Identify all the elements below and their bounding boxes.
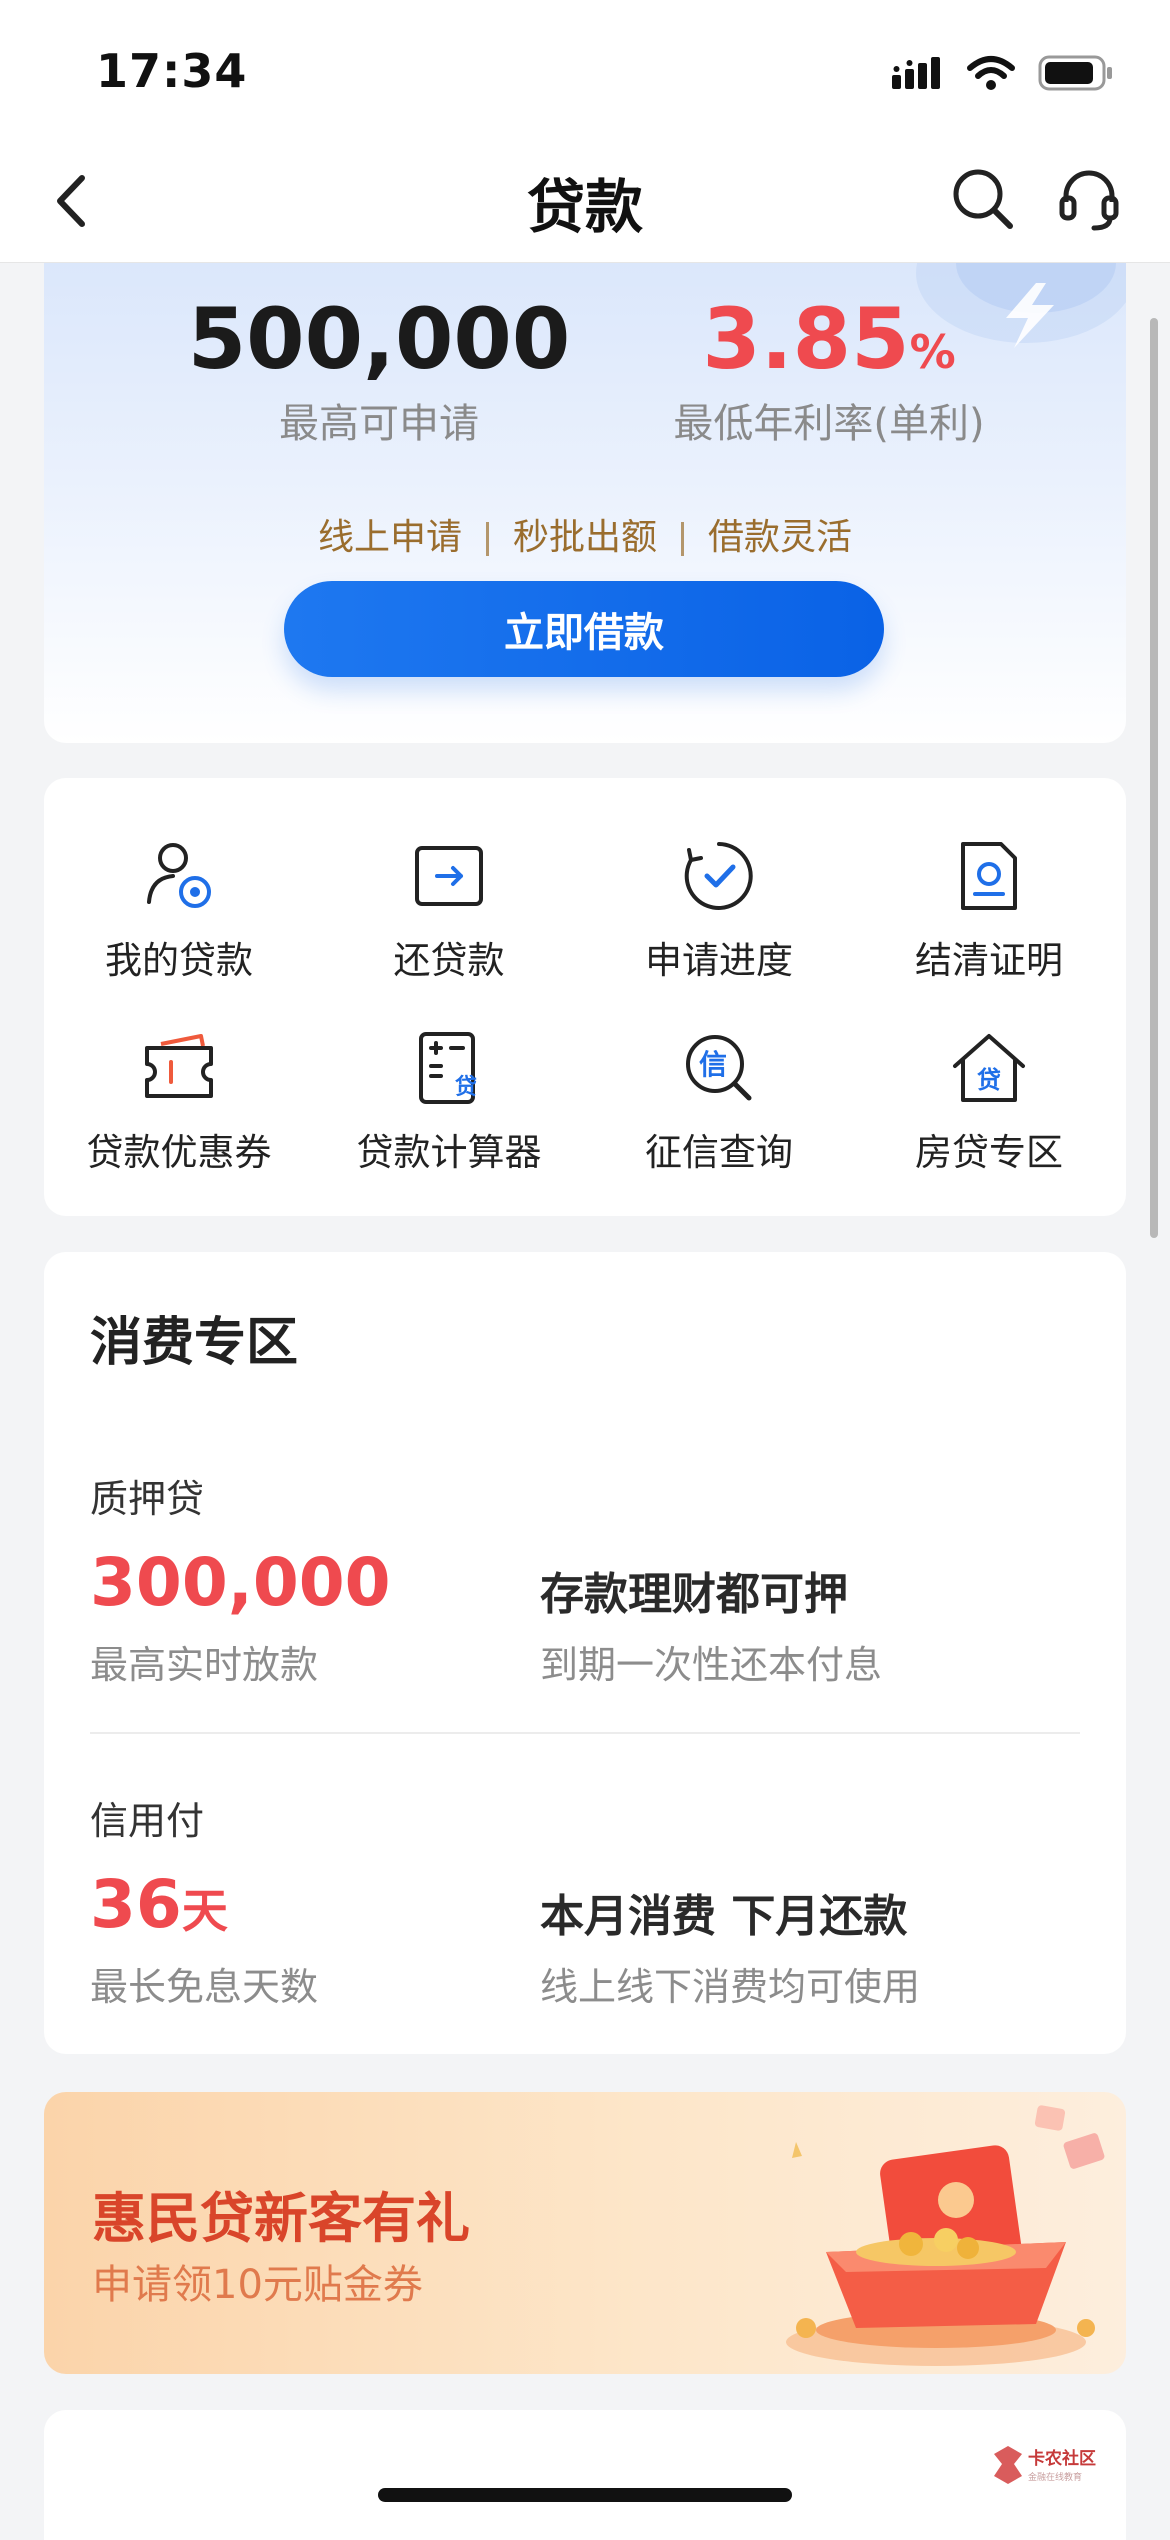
min-rate-number: 3.85 bbox=[702, 290, 910, 388]
product-value-number: 300,000 bbox=[90, 1544, 391, 1621]
product-value: 300,000 bbox=[90, 1544, 391, 1621]
feature-separator bbox=[681, 522, 684, 556]
svg-text:贷: 贷 bbox=[455, 1074, 477, 1100]
divider bbox=[90, 1732, 1080, 1734]
product-value-number: 36 bbox=[90, 1866, 182, 1943]
wifi-icon bbox=[967, 56, 1015, 90]
user-coin-icon bbox=[147, 843, 211, 908]
product-name: 信用付 bbox=[90, 1799, 205, 1843]
red-envelope-gift-icon bbox=[786, 2105, 1105, 2366]
min-rate-label: 最低年利率(单利) bbox=[673, 401, 985, 448]
max-amount-value: 500,000 bbox=[187, 290, 571, 388]
battery-icon bbox=[1038, 55, 1112, 91]
status-time: 17:34 bbox=[96, 44, 248, 98]
kanong-community-watermark: 卡农社区 金融在线教育 bbox=[994, 2446, 1096, 2484]
product-value: 36天 bbox=[90, 1866, 228, 1943]
menu-item-label: 房贷专区 bbox=[915, 1131, 1063, 1174]
promo-banner[interactable]: 惠民贷新客有礼 申请领10元贴金券 bbox=[44, 2092, 1126, 2374]
watermark-title: 卡农社区 bbox=[1028, 2448, 1096, 2469]
menu-item-label: 还贷款 bbox=[393, 939, 505, 982]
product-value-label: 最长免息天数 bbox=[90, 1965, 319, 2009]
feature-tags: 线上申请 秒批出额 借款灵活 bbox=[44, 508, 1126, 560]
cellular-signal-icon bbox=[892, 57, 940, 89]
max-amount-stat: 500,000 最高可申请 bbox=[179, 293, 579, 449]
loan-hero-card: 500,000 最高可申请 3.85% 最低年利率(单利) 线上申请 秒批出额 借款… bbox=[44, 263, 1126, 743]
nav-bar: 贷款 bbox=[0, 140, 1170, 263]
menu-item-label: 结清证明 bbox=[915, 939, 1063, 982]
menu-item-label: 申请进度 bbox=[645, 939, 793, 982]
product-value-unit: 天 bbox=[181, 1884, 228, 1938]
feature-separator bbox=[485, 522, 489, 556]
menu-item-label: 我的贷款 bbox=[105, 939, 253, 982]
menu-item-settlement-cert[interactable]: 结清证明 bbox=[854, 836, 1124, 984]
min-rate-unit: % bbox=[909, 325, 956, 379]
search-icon[interactable] bbox=[948, 164, 1018, 234]
next-section-card bbox=[44, 2410, 1126, 2540]
repay-card-icon bbox=[415, 846, 483, 906]
promo-title: 惠民贷新客有礼 bbox=[92, 2187, 470, 2250]
scrollbar[interactable] bbox=[1150, 318, 1158, 1238]
product-desc: 线上线下消费均可使用 bbox=[540, 1965, 921, 2009]
menu-item-calculator[interactable]: 贷 贷款计算器 bbox=[314, 1028, 584, 1176]
product-desc: 到期一次性还本付息 bbox=[540, 1643, 883, 1687]
menu-item-repay[interactable]: 还贷款 bbox=[314, 836, 584, 984]
credit-search-icon: 信 bbox=[686, 1035, 752, 1101]
status-bar: 17:34 bbox=[0, 0, 1170, 140]
svg-text:贷: 贷 bbox=[977, 1066, 1001, 1094]
consumption-zone-card: 消费专区 质押贷 300,000 最高实时放款 存款理财都可押 到期一次性还本付… bbox=[44, 1252, 1126, 2054]
menu-item-mortgage[interactable]: 贷 房贷专区 bbox=[854, 1028, 1124, 1176]
promo-subtitle: 申请领10元贴金券 bbox=[92, 2262, 423, 2308]
coupon-icon bbox=[145, 1034, 213, 1098]
watermark-subtitle: 金融在线教育 bbox=[1028, 2471, 1082, 2483]
max-amount-label: 最高可申请 bbox=[279, 401, 479, 448]
menu-item-coupon[interactable]: 贷款优惠券 bbox=[44, 1028, 314, 1176]
menu-item-credit-check[interactable]: 信 征信查询 bbox=[584, 1028, 854, 1176]
menu-item-label: 贷款优惠券 bbox=[86, 1131, 272, 1174]
product-name: 质押贷 bbox=[90, 1477, 205, 1521]
borrow-now-button[interactable]: 立即借款 bbox=[284, 581, 884, 677]
house-loan-icon: 贷 bbox=[953, 1034, 1025, 1102]
product-value-label: 最高实时放款 bbox=[90, 1643, 319, 1687]
home-indicator[interactable] bbox=[378, 2488, 792, 2502]
feature-tag: 借款灵活 bbox=[708, 517, 853, 558]
menu-item-my-loans[interactable]: 我的贷款 bbox=[44, 836, 314, 984]
min-rate-value: 3.85% bbox=[629, 293, 1029, 385]
menu-item-label: 贷款计算器 bbox=[356, 1131, 542, 1174]
section-title: 消费专区 bbox=[90, 1313, 299, 1373]
status-icons bbox=[890, 54, 1114, 92]
calculator-icon: 贷 bbox=[419, 1032, 477, 1104]
svg-text:信: 信 bbox=[699, 1048, 727, 1081]
min-rate-stat: 3.85% 最低年利率(单利) bbox=[629, 293, 1029, 449]
feature-tag: 线上申请 bbox=[317, 517, 462, 558]
menu-item-progress[interactable]: 申请进度 bbox=[584, 836, 854, 984]
product-headline: 存款理财都可押 bbox=[540, 1569, 848, 1620]
menu-item-label: 征信查询 bbox=[645, 1131, 793, 1174]
product-headline: 本月消费 下月还款 bbox=[540, 1891, 908, 1942]
feature-tag: 秒批出额 bbox=[512, 517, 657, 558]
certificate-icon bbox=[961, 842, 1017, 910]
progress-check-icon bbox=[684, 842, 753, 910]
quick-menu: 我的贷款 还贷款 申请进度 结清证明 贷款优惠券 贷 贷款计算器 信 征信查询 … bbox=[44, 778, 1126, 1216]
customer-service-icon[interactable] bbox=[1054, 164, 1124, 234]
